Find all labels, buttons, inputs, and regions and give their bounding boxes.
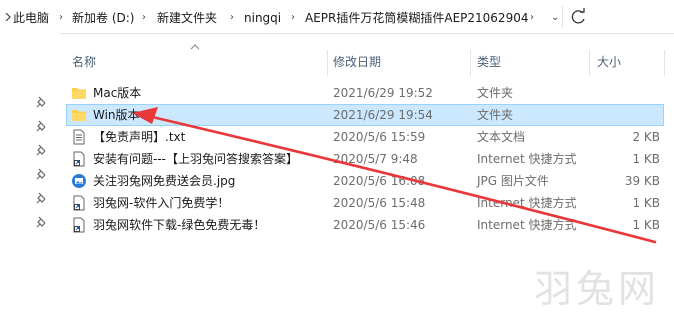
breadcrumb-item-current[interactable]: AEPR插件万花筒模糊插件AEP21062904 xyxy=(305,10,528,26)
navigation-pane xyxy=(0,33,60,318)
file-date: 2020/5/7 9:48 xyxy=(333,152,418,166)
sort-ascending-icon xyxy=(190,44,200,50)
pin-icon[interactable] xyxy=(36,144,48,156)
column-divider[interactable] xyxy=(470,50,471,76)
pin-icon[interactable] xyxy=(36,168,48,180)
file-date: 2021/6/29 19:52 xyxy=(333,86,433,100)
column-divider[interactable] xyxy=(664,50,665,76)
chevron-right-icon[interactable]: › xyxy=(291,10,295,26)
pin-icon[interactable] xyxy=(36,192,48,204)
file-name: Win版本 xyxy=(93,108,140,122)
file-row-selected[interactable]: Win版本 2021/6/29 19:54 文件夹 xyxy=(66,104,664,126)
file-name: 关注羽兔网免费送会员.jpg xyxy=(93,174,236,188)
internet-shortcut-icon xyxy=(73,195,85,211)
refresh-icon[interactable] xyxy=(567,6,591,28)
folder-icon xyxy=(72,110,86,121)
divider xyxy=(562,6,563,28)
file-date: 2020/5/6 16:08 xyxy=(333,174,426,188)
file-row[interactable]: 羽兔网软件下载-绿色免费无毒！ 2020/5/6 15:46 Internet … xyxy=(66,214,664,236)
file-name: Mac版本 xyxy=(93,86,142,100)
pin-icon[interactable] xyxy=(36,120,48,132)
file-date: 2020/5/6 15:48 xyxy=(333,196,426,210)
internet-shortcut-icon xyxy=(73,217,85,233)
column-header-size[interactable]: 大小 xyxy=(597,50,621,75)
column-header-date[interactable]: 修改日期 xyxy=(333,50,381,75)
file-type: 文件夹 xyxy=(477,86,514,100)
watermark-logo: 羽兔网 xyxy=(534,267,660,311)
file-name: 【免责声明】.txt xyxy=(93,130,186,144)
file-name: 羽兔网软件下载-绿色免费无毒！ xyxy=(93,218,266,232)
breadcrumb-item[interactable]: 新加卷 (D:) xyxy=(72,10,134,26)
chevron-right-icon[interactable]: › xyxy=(59,10,63,26)
address-bar[interactable]: 此电脑 › 新加卷 (D:) › 新建文件夹 › ningqi › AEPR插件… xyxy=(0,0,674,34)
file-row[interactable]: Mac版本 2021/6/29 19:52 文件夹 xyxy=(66,82,664,104)
file-date: 2020/5/6 15:46 xyxy=(333,218,426,232)
file-type: JPG 图片文件 xyxy=(477,174,549,188)
file-size: 2 KB xyxy=(632,130,660,144)
image-file-icon xyxy=(72,174,86,188)
pin-icon[interactable] xyxy=(36,216,48,228)
chevron-right-icon[interactable]: › xyxy=(530,10,534,26)
folder-icon xyxy=(72,88,86,99)
chevron-right-icon xyxy=(5,13,11,21)
file-size: 39 KB xyxy=(624,174,660,188)
file-row[interactable]: 【免责声明】.txt 2020/5/6 15:59 文本文档 2 KB xyxy=(66,126,664,148)
file-row[interactable]: 羽兔网-软件入门免费学！ 2020/5/6 15:48 Internet 快捷方… xyxy=(66,192,664,214)
file-name: 羽兔网-软件入门免费学！ xyxy=(93,196,230,210)
file-type: Internet 快捷方式 xyxy=(477,152,577,166)
file-date: 2021/6/29 19:54 xyxy=(333,108,433,122)
svg-text:羽兔网: 羽兔网 xyxy=(534,267,660,311)
text-file-icon xyxy=(73,129,85,145)
column-divider[interactable] xyxy=(589,50,590,76)
file-date: 2020/5/6 15:59 xyxy=(333,130,426,144)
breadcrumb-item[interactable]: 此电脑 xyxy=(13,10,49,26)
file-size: 1 KB xyxy=(632,196,660,210)
file-name: 安装有问题---【上羽兔问答搜索答案】 xyxy=(93,152,298,166)
column-header-name[interactable]: 名称 xyxy=(72,50,96,75)
file-row[interactable]: 关注羽兔网免费送会员.jpg 2020/5/6 16:08 JPG 图片文件 3… xyxy=(66,170,664,192)
file-type: 文本文档 xyxy=(477,130,526,144)
file-size: 1 KB xyxy=(632,152,660,166)
internet-shortcut-icon xyxy=(73,151,85,167)
file-type: Internet 快捷方式 xyxy=(477,218,577,232)
file-size: 1 KB xyxy=(632,218,660,232)
file-row[interactable]: 安装有问题---【上羽兔问答搜索答案】 2020/5/7 9:48 Intern… xyxy=(66,148,664,170)
file-type: 文件夹 xyxy=(477,108,514,122)
file-type: Internet 快捷方式 xyxy=(477,196,577,210)
breadcrumb-item[interactable]: 新建文件夹 xyxy=(157,10,217,26)
pin-icon[interactable] xyxy=(36,96,48,108)
column-divider[interactable] xyxy=(327,50,328,76)
breadcrumb-item[interactable]: ningqi xyxy=(244,10,281,26)
column-header-type[interactable]: 类型 xyxy=(477,50,501,75)
chevron-right-icon[interactable]: › xyxy=(142,10,146,26)
history-dropdown-icon[interactable]: ⌄ xyxy=(551,12,559,23)
chevron-right-icon[interactable]: › xyxy=(230,10,234,26)
